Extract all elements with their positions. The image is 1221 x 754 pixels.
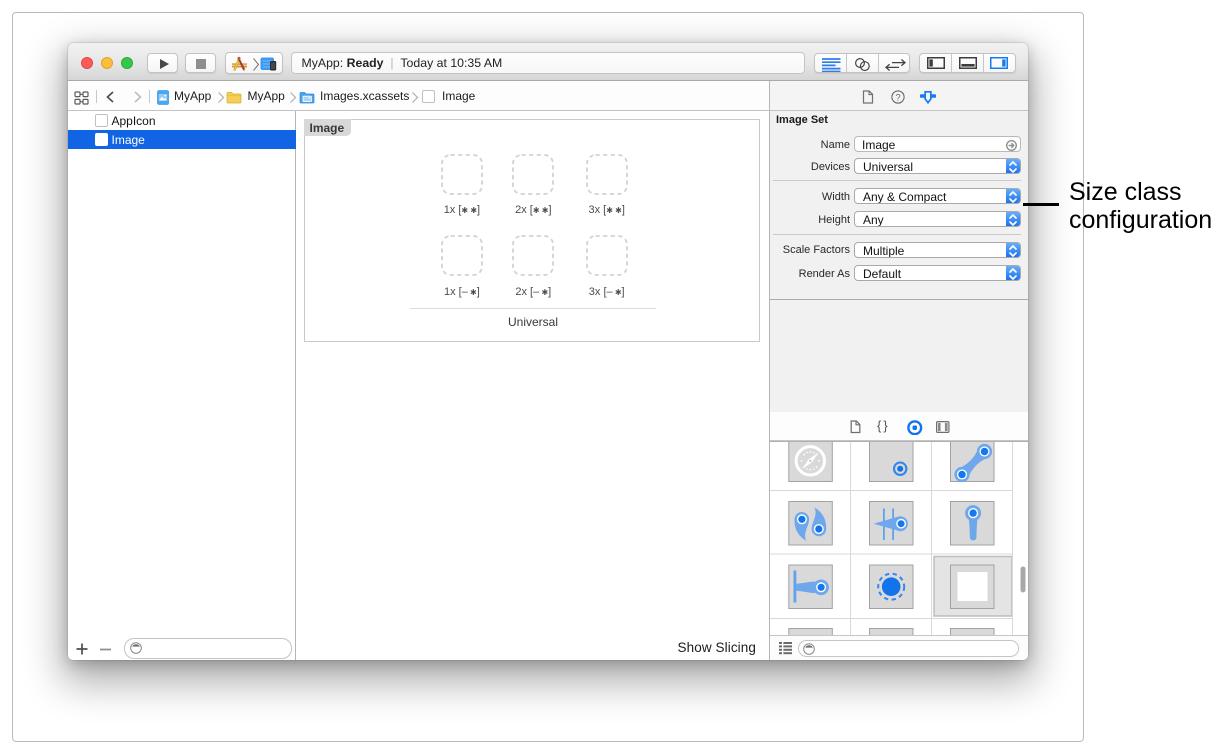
svg-text:?: ? bbox=[895, 92, 900, 103]
